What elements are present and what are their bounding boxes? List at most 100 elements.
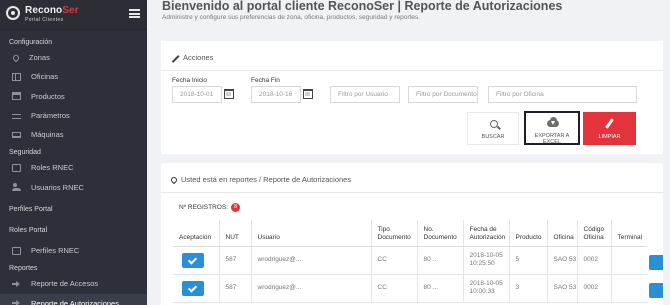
sliders-icon	[12, 112, 21, 120]
col-tipo-documento[interactable]: Tipo Documento	[370, 220, 417, 247]
registros-badge: 8	[230, 203, 240, 212]
col-aceptacion[interactable]: Aceptación	[173, 220, 219, 247]
table-row: 587 wrodriguez@... CC 80 ... 2018-10-05 …	[173, 246, 647, 275]
usuario-cell: wrodriguez@...	[250, 246, 371, 275]
sidebar-item-label: Usuarios RNEC	[31, 182, 84, 192]
fecha-fin-label: Fecha Fin	[251, 77, 280, 84]
sidebar-item-maquinas[interactable]: Máquinas	[0, 125, 147, 144]
magic-wand-icon	[170, 52, 180, 62]
cloud-download-icon	[547, 117, 559, 127]
laptop-icon	[12, 131, 21, 138]
buscar-label: BUSCAR	[481, 134, 505, 140]
tipo-cell: CC	[370, 246, 417, 275]
producto-cell: 3	[508, 274, 547, 303]
main-content: Bienvenido al portal cliente ReconoSer |…	[147, 0, 670, 305]
terminal-cell	[610, 274, 647, 303]
oficina-cell: SAO 53	[546, 274, 577, 303]
acciones-panel: Acciones Fecha Inicio 2018-10-01 Fecha F…	[161, 41, 663, 154]
row-action-button[interactable]	[649, 255, 663, 270]
section-perfiles-portal[interactable]: Perfiles Portal	[0, 197, 147, 219]
col-nut[interactable]: NUT	[218, 220, 251, 247]
col-fecha-autorizacion[interactable]: Fecha de Autorización	[462, 220, 509, 247]
users-icon	[12, 183, 21, 192]
section-configuracion: Configuración	[9, 39, 53, 46]
autorizaciones-table: Aceptación NUT Usuario Tipo Documento No…	[173, 220, 647, 303]
usuario-cell: wrodriguez@...	[250, 274, 371, 303]
page-subtitle: Administre y configure sus preferencias …	[162, 14, 420, 21]
map-marker-icon	[11, 53, 21, 62]
sidebar-item-productos[interactable]: Productos	[0, 87, 147, 106]
sidebar-item-label: Reporte de Accesos	[31, 279, 99, 289]
sidebar-item-reporte-accesos[interactable]: Reporte de Accesos	[0, 274, 147, 293]
acciones-header: Acciones	[170, 52, 213, 62]
aceptacion-cell	[173, 274, 219, 303]
buscar-button[interactable]: BUSCAR	[467, 112, 519, 145]
map-marker-icon	[169, 175, 179, 184]
col-no-documento[interactable]: No. Documento	[416, 220, 463, 247]
col-usuario[interactable]: Usuario	[250, 220, 371, 247]
fecha-fin-input[interactable]: 2018-10-16	[251, 86, 301, 103]
documento-filter-input[interactable]: Filtro por Documento	[408, 86, 478, 103]
registros-count: Nº REGISTROS: 8	[179, 203, 240, 212]
sidebar-item-usuarios-rnec[interactable]: Usuarios RNEC	[0, 178, 147, 197]
codigo-cell: 0002	[576, 246, 611, 275]
table-header-row: Aceptación NUT Usuario Tipo Documento No…	[173, 220, 647, 247]
oficina-filter-input[interactable]: Filtro por Oficina	[488, 86, 637, 103]
search-icon	[490, 120, 498, 128]
id-card-icon	[12, 246, 21, 255]
producto-cell: 5	[508, 246, 547, 275]
usuario-filter-input[interactable]: Filtro por Usuario	[330, 86, 400, 103]
brand-name: ReconoSer	[25, 5, 79, 16]
building-icon	[12, 72, 21, 81]
sidebar-item-roles-rnec[interactable]: Roles RNEC	[0, 158, 147, 177]
sidebar-item-label: Perfiles RNEC	[31, 246, 80, 256]
limpiar-button[interactable]: LIMPIAR	[583, 112, 636, 145]
sidebar: ReconoSer Portal Clientes Configuración …	[0, 0, 147, 305]
col-codigo-oficina[interactable]: Código Oficina	[576, 220, 611, 247]
terminal-cell	[610, 246, 647, 275]
col-terminal[interactable]: Terminal	[610, 220, 647, 247]
sidebar-nav: Configuración Zonas Oficinas Productos P…	[0, 30, 147, 305]
sign-in-icon	[12, 299, 21, 305]
sidebar-item-label: Parámetros	[31, 110, 70, 120]
sidebar-item-reporte-autorizaciones[interactable]: Reporte de Autorizaciones	[0, 293, 147, 305]
exportar-label: EXPORTAR A EXCEL	[534, 133, 570, 145]
sidebar-item-zonas[interactable]: Zonas	[0, 48, 147, 67]
sidebar-item-label: Productos	[31, 91, 65, 101]
acciones-title: Acciones	[183, 52, 214, 62]
breadcrumb-text: Usted está en reportes / Reporte de Auto…	[181, 175, 352, 184]
nut-cell: 587	[218, 246, 251, 275]
col-oficina[interactable]: Oficina	[546, 220, 577, 247]
calendar-icon[interactable]	[303, 89, 313, 99]
sidebar-item-oficinas[interactable]: Oficinas	[0, 67, 147, 86]
sidebar-item-label: Máquinas	[31, 130, 64, 140]
sign-in-icon	[12, 280, 21, 288]
sidebar-item-label: Zonas	[29, 53, 50, 62]
accept-check-button[interactable]	[182, 252, 204, 268]
sidebar-item-label: Reporte de Autorizaciones	[31, 298, 119, 305]
box-icon	[12, 92, 21, 101]
nut-cell: 587	[218, 274, 251, 303]
reporte-panel: Usted está en reportes / Reporte de Auto…	[161, 163, 663, 305]
brand-name-part2: Ser	[62, 5, 79, 16]
col-producto[interactable]: Producto	[508, 220, 547, 247]
exportar-excel-button[interactable]: EXPORTAR A EXCEL	[524, 111, 580, 145]
sidebar-item-label: Oficinas	[31, 72, 59, 82]
table-row: 587 wrodriguez@... CC 80 ... 2018-10-05 …	[173, 274, 647, 303]
fecha-inicio-input[interactable]: 2018-10-01	[172, 86, 222, 103]
brand-subtitle: Portal Clientes	[25, 17, 64, 23]
paint-brush-icon	[605, 118, 614, 129]
page-title: Bienvenido al portal cliente ReconoSer |…	[162, 0, 563, 13]
fecha-cell: 2018-10-05 10:00:33	[462, 274, 509, 303]
sidebar-item-parametros[interactable]: Parámetros	[0, 106, 147, 125]
sidebar-item-perfiles-rnec[interactable]: Perfiles RNEC	[0, 241, 147, 260]
section-roles-portal[interactable]: Roles Portal	[0, 219, 147, 241]
accept-check-button[interactable]	[182, 280, 204, 296]
oficina-cell: SAO 53	[546, 246, 577, 275]
menu-toggle-icon[interactable]	[129, 9, 140, 18]
divider	[161, 70, 663, 71]
calendar-icon[interactable]	[224, 89, 234, 99]
row-action-button[interactable]	[649, 283, 663, 298]
registros-label: Nº REGISTROS:	[179, 204, 228, 211]
codigo-cell: 0002	[576, 274, 611, 303]
